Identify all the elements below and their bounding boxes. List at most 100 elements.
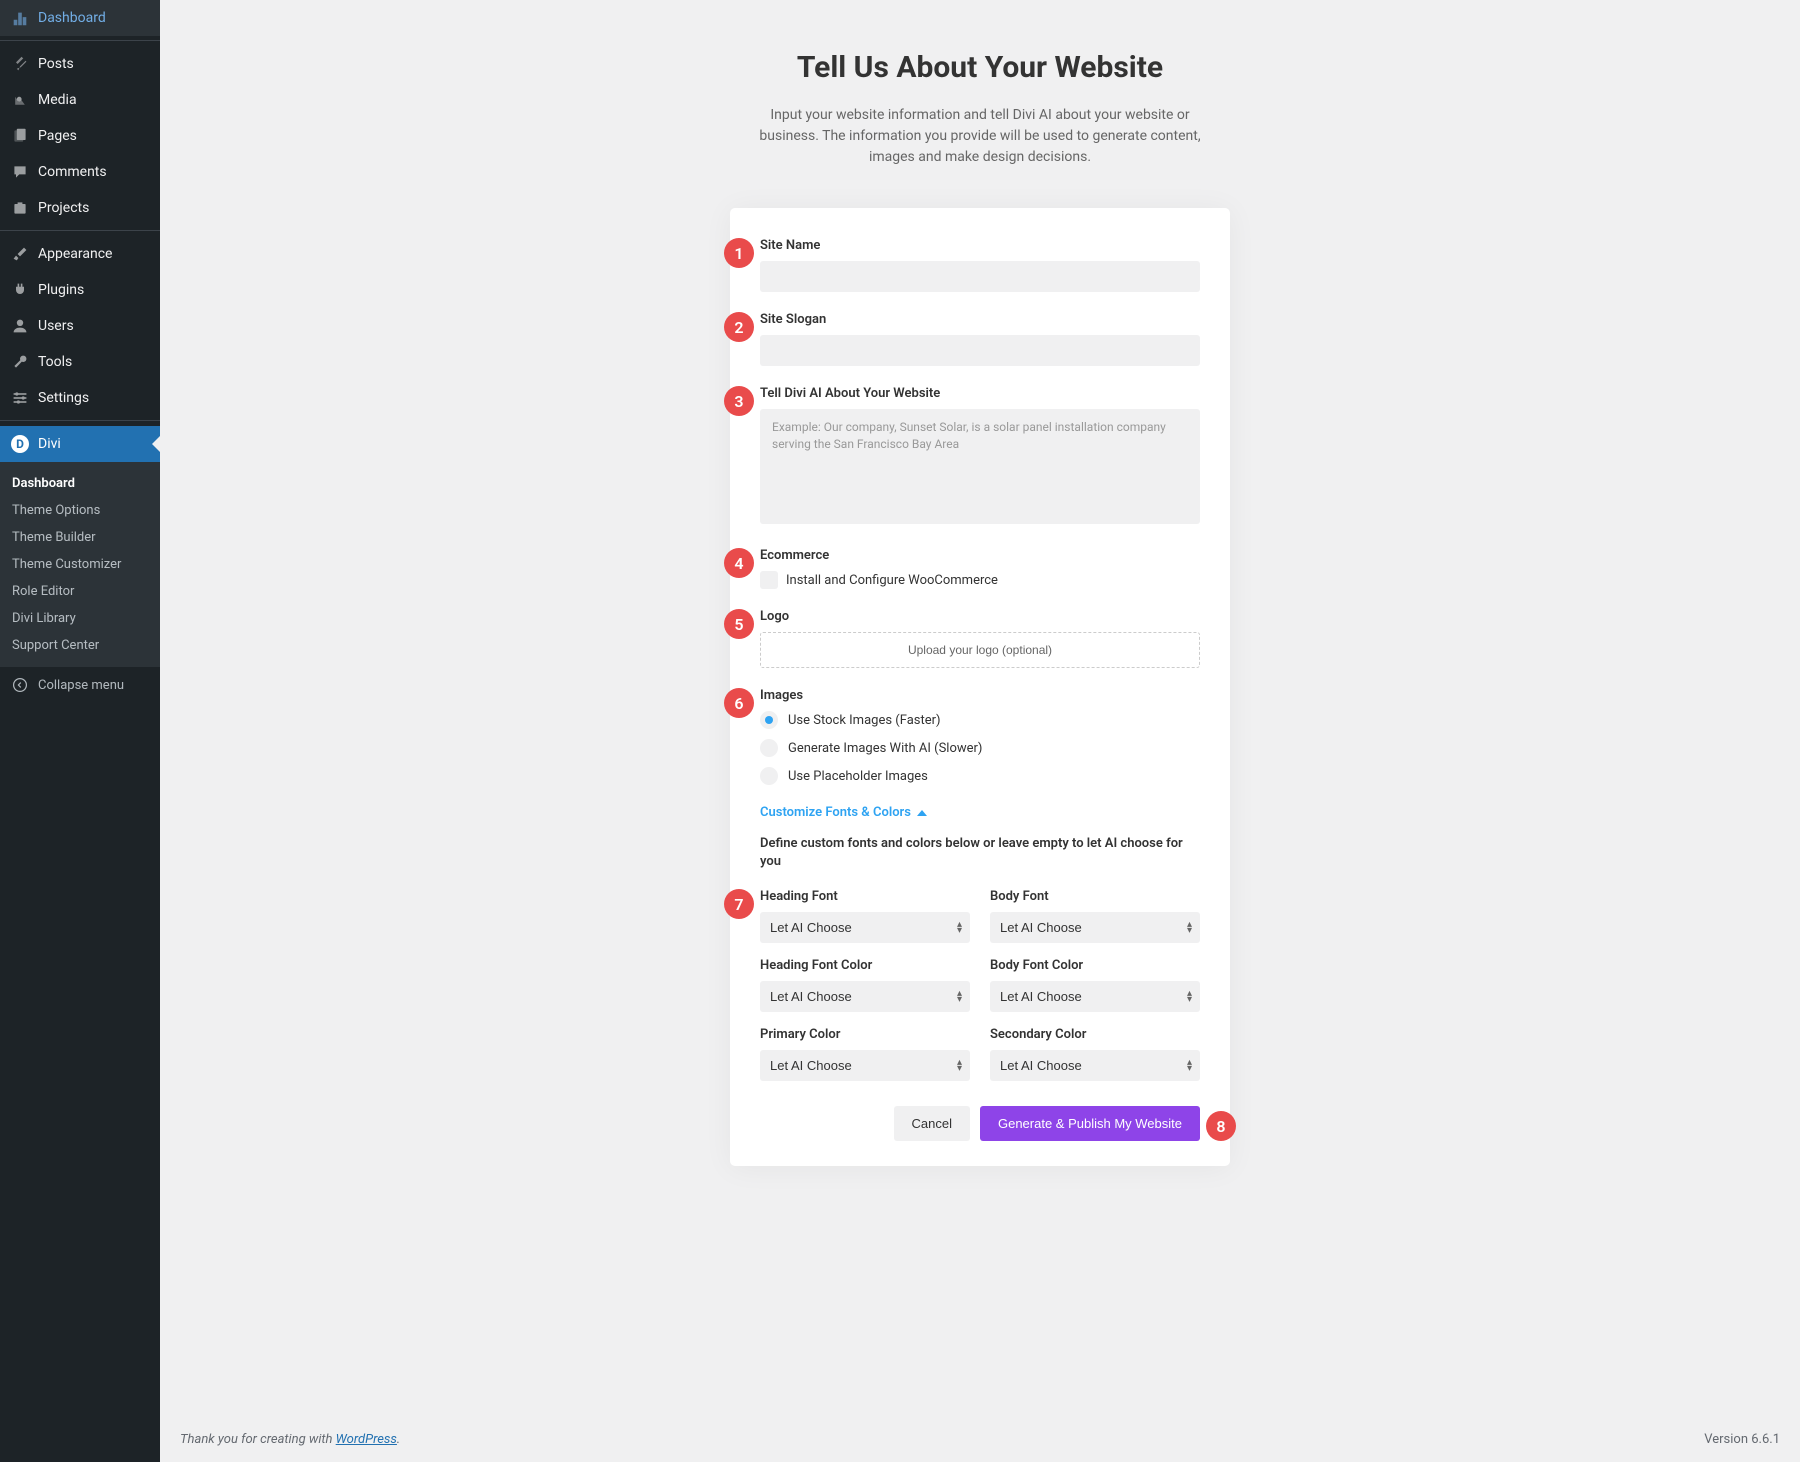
comment-icon bbox=[10, 162, 30, 182]
dashboard-icon bbox=[10, 8, 30, 28]
pages-icon bbox=[10, 126, 30, 146]
submenu-theme-builder[interactable]: Theme Builder bbox=[0, 524, 160, 551]
ecommerce-field: 4 Ecommerce Install and Configure WooCom… bbox=[760, 548, 1200, 589]
radio-icon bbox=[760, 711, 778, 729]
step-badge-1: 1 bbox=[724, 238, 754, 268]
page-description: Input your website information and tell … bbox=[740, 105, 1220, 168]
images-radio-group: Use Stock Images (Faster) Generate Image… bbox=[760, 711, 1200, 785]
ecommerce-checkbox[interactable] bbox=[760, 571, 778, 589]
brush-icon bbox=[10, 244, 30, 264]
pin-icon bbox=[10, 54, 30, 74]
collapse-icon bbox=[10, 675, 30, 695]
font-color-grid: 7 Heading Font Let AI Choose▴▾ Body Font… bbox=[760, 889, 1200, 1081]
sidebar-label: Tools bbox=[38, 354, 72, 370]
submenu-theme-options[interactable]: Theme Options bbox=[0, 497, 160, 524]
site-slogan-label: Site Slogan bbox=[760, 312, 1200, 327]
secondary-color-label: Secondary Color bbox=[990, 1027, 1200, 1042]
about-textarea[interactable] bbox=[760, 409, 1200, 524]
website-info-card: 1 Site Name 2 Site Slogan 3 Tell Divi AI… bbox=[730, 208, 1230, 1166]
projects-icon bbox=[10, 198, 30, 218]
wordpress-link[interactable]: WordPress bbox=[336, 1432, 397, 1447]
heading-color-select[interactable]: Let AI Choose bbox=[760, 981, 970, 1012]
media-icon bbox=[10, 90, 30, 110]
user-icon bbox=[10, 316, 30, 336]
sidebar-item-projects[interactable]: Projects bbox=[0, 190, 160, 226]
form-actions: Cancel Generate & Publish My Website 8 bbox=[760, 1106, 1200, 1141]
sidebar-label: Projects bbox=[38, 200, 89, 216]
divi-submenu: Dashboard Theme Options Theme Builder Th… bbox=[0, 462, 160, 667]
submenu-divi-library[interactable]: Divi Library bbox=[0, 605, 160, 632]
step-badge-4: 4 bbox=[724, 548, 754, 578]
step-badge-6: 6 bbox=[724, 688, 754, 718]
collapse-menu[interactable]: Collapse menu bbox=[0, 667, 160, 703]
logo-field: 5 Logo Upload your logo (optional) bbox=[760, 609, 1200, 668]
sidebar-item-divi[interactable]: D Divi bbox=[0, 426, 160, 462]
admin-footer: Thank you for creating with WordPress. V… bbox=[160, 1417, 1800, 1462]
primary-color-field: Primary Color Let AI Choose▴▾ bbox=[760, 1027, 970, 1081]
sidebar-label: Settings bbox=[38, 390, 89, 406]
images-field: 6 Images Use Stock Images (Faster) Gener… bbox=[760, 688, 1200, 785]
submenu-dashboard[interactable]: Dashboard bbox=[0, 470, 160, 497]
primary-color-label: Primary Color bbox=[760, 1027, 970, 1042]
about-field: 3 Tell Divi AI About Your Website bbox=[760, 386, 1200, 528]
site-name-input[interactable] bbox=[760, 261, 1200, 292]
sidebar-label: Media bbox=[38, 92, 77, 108]
images-option-ai[interactable]: Generate Images With AI (Slower) bbox=[760, 739, 1200, 757]
logo-upload-button[interactable]: Upload your logo (optional) bbox=[760, 632, 1200, 668]
sidebar-item-posts[interactable]: Posts bbox=[0, 46, 160, 82]
sidebar-label: Divi bbox=[38, 436, 61, 452]
sidebar-item-settings[interactable]: Settings bbox=[0, 380, 160, 416]
sidebar-item-media[interactable]: Media bbox=[0, 82, 160, 118]
wrench-icon bbox=[10, 352, 30, 372]
body-font-field: Body Font Let AI Choose▴▾ bbox=[990, 889, 1200, 943]
divi-icon: D bbox=[10, 434, 30, 454]
step-badge-7: 7 bbox=[724, 889, 754, 919]
customize-help-text: Define custom fonts and colors below or … bbox=[760, 835, 1200, 871]
body-color-select[interactable]: Let AI Choose bbox=[990, 981, 1200, 1012]
site-name-label: Site Name bbox=[760, 238, 1200, 253]
page-title: Tell Us About Your Website bbox=[180, 50, 1780, 85]
sidebar-label: Users bbox=[38, 318, 74, 334]
ecommerce-label: Ecommerce bbox=[760, 548, 1200, 563]
secondary-color-select[interactable]: Let AI Choose bbox=[990, 1050, 1200, 1081]
caret-up-icon bbox=[917, 810, 927, 816]
plug-icon bbox=[10, 280, 30, 300]
heading-font-label: Heading Font bbox=[760, 889, 970, 904]
submenu-support-center[interactable]: Support Center bbox=[0, 632, 160, 659]
body-font-select[interactable]: Let AI Choose bbox=[990, 912, 1200, 943]
generate-button[interactable]: Generate & Publish My Website bbox=[980, 1106, 1200, 1141]
sidebar-item-users[interactable]: Users bbox=[0, 308, 160, 344]
sidebar-item-pages[interactable]: Pages bbox=[0, 118, 160, 154]
admin-sidebar: Dashboard Posts Media Pages Comments Pro… bbox=[0, 0, 160, 1462]
logo-label: Logo bbox=[760, 609, 1200, 624]
site-slogan-input[interactable] bbox=[760, 335, 1200, 366]
body-color-field: Body Font Color Let AI Choose▴▾ bbox=[990, 958, 1200, 1012]
radio-icon bbox=[760, 767, 778, 785]
main-content: Tell Us About Your Website Input your we… bbox=[160, 0, 1800, 1462]
site-name-field: 1 Site Name bbox=[760, 238, 1200, 292]
about-label: Tell Divi AI About Your Website bbox=[760, 386, 1200, 401]
sidebar-label: Pages bbox=[38, 128, 77, 144]
customize-fonts-colors-toggle[interactable]: Customize Fonts & Colors bbox=[760, 805, 1200, 820]
ecommerce-checkbox-label: Install and Configure WooCommerce bbox=[786, 573, 998, 588]
step-badge-5: 5 bbox=[724, 609, 754, 639]
sidebar-label: Posts bbox=[38, 56, 74, 72]
sidebar-item-comments[interactable]: Comments bbox=[0, 154, 160, 190]
body-font-label: Body Font bbox=[990, 889, 1200, 904]
primary-color-select[interactable]: Let AI Choose bbox=[760, 1050, 970, 1081]
site-slogan-field: 2 Site Slogan bbox=[760, 312, 1200, 366]
submenu-role-editor[interactable]: Role Editor bbox=[0, 578, 160, 605]
sidebar-item-plugins[interactable]: Plugins bbox=[0, 272, 160, 308]
submenu-theme-customizer[interactable]: Theme Customizer bbox=[0, 551, 160, 578]
sidebar-item-tools[interactable]: Tools bbox=[0, 344, 160, 380]
sidebar-item-appearance[interactable]: Appearance bbox=[0, 236, 160, 272]
heading-font-select[interactable]: Let AI Choose bbox=[760, 912, 970, 943]
ecommerce-checkbox-row[interactable]: Install and Configure WooCommerce bbox=[760, 571, 1200, 589]
images-option-placeholder[interactable]: Use Placeholder Images bbox=[760, 767, 1200, 785]
images-option-stock[interactable]: Use Stock Images (Faster) bbox=[760, 711, 1200, 729]
step-badge-3: 3 bbox=[724, 386, 754, 416]
radio-icon bbox=[760, 739, 778, 757]
cancel-button[interactable]: Cancel bbox=[894, 1106, 970, 1141]
sidebar-item-dashboard[interactable]: Dashboard bbox=[0, 0, 160, 36]
sidebar-label: Comments bbox=[38, 164, 107, 180]
